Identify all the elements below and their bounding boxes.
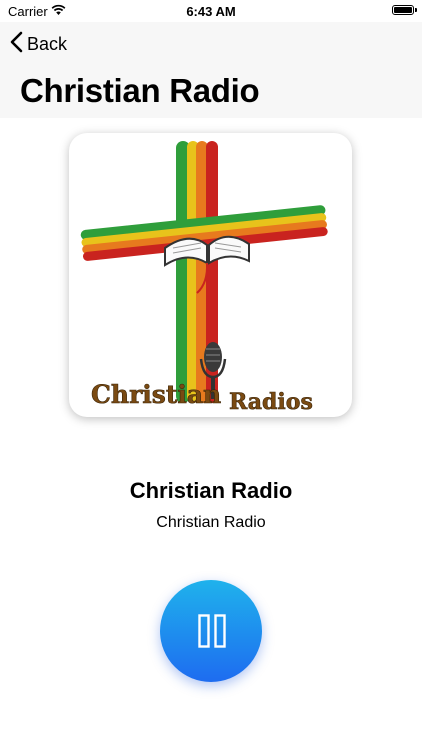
back-button[interactable]: Back: [10, 31, 68, 58]
pause-icon: [198, 614, 226, 648]
navigation-bar: Back Christian Radio: [0, 22, 422, 118]
battery-icon: [392, 5, 417, 15]
station-name: Christian Radio: [129, 478, 293, 503]
cross-logo: [80, 141, 328, 403]
status-time: 6:43 AM: [186, 4, 236, 19]
logo-text-left: Christian: [91, 380, 221, 409]
back-label: Back: [27, 33, 68, 54]
pause-button[interactable]: [160, 580, 262, 682]
logo-text-right: Radios: [229, 389, 313, 415]
status-bar: Carrier 6:43 AM: [0, 0, 422, 22]
station-artwork: Christian Radios: [69, 133, 352, 417]
station-subtitle: Christian Radio: [156, 514, 266, 531]
chevron-left-icon: [10, 31, 27, 58]
page-title: Christian Radio: [20, 72, 260, 109]
